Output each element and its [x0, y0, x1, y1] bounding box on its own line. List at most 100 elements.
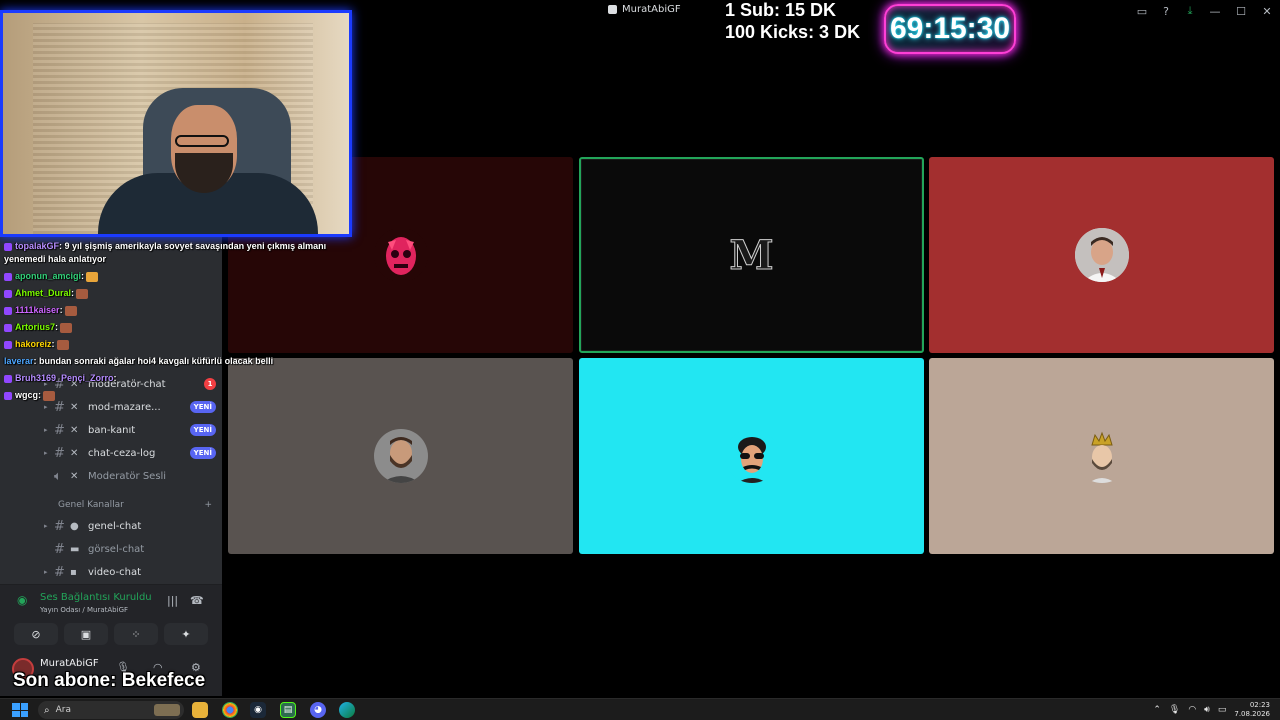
chat-text: : — [55, 322, 59, 332]
m-logo-icon: M — [729, 231, 774, 279]
taskbar-clock[interactable]: 02:23 7.08.2026 — [1234, 701, 1270, 719]
channel-name: video-chat — [88, 566, 141, 578]
chat-message: aponun_amcigi: — [0, 268, 360, 285]
chat-message: Artorius7: — [0, 319, 360, 336]
avatar — [724, 429, 779, 483]
steam-icon[interactable]: ◉ — [250, 702, 266, 718]
sub-badge-icon — [4, 340, 12, 349]
stream-chat-overlay: topalakGF: 9 yıl şişmiş amerikayla sovye… — [0, 238, 360, 404]
channel-name: Moderatör Sesli — [88, 470, 167, 482]
chat-text: : — [71, 288, 75, 298]
sub-badge-icon — [4, 306, 12, 315]
kick-app-icon[interactable]: ▤ — [280, 702, 296, 718]
search-icon: ⌕ — [44, 704, 50, 716]
chevron-right-icon: ▸ — [44, 522, 48, 530]
discord-icon[interactable]: ◕ — [310, 702, 326, 718]
edge-icon[interactable] — [339, 702, 355, 718]
search-placeholder: Ara — [55, 705, 71, 715]
battery-icon[interactable]: ▭ — [1218, 705, 1227, 715]
video-icon: ▪ — [70, 566, 77, 578]
participant-tile[interactable] — [929, 157, 1274, 353]
inbox-icon[interactable]: ▭ — [1130, 0, 1154, 22]
timer-value: 69:15:30 — [889, 12, 1011, 45]
voice-server-name: / MuratAbiGF — [82, 606, 129, 614]
chat-message: yenemedi hala anlatıyor — [0, 251, 360, 268]
channel-video-chat[interactable]: ▸ # ▪ video-chat — [44, 562, 216, 582]
windows-start-icon[interactable] — [12, 703, 28, 717]
emote-icon — [43, 390, 56, 401]
download-icon[interactable]: ⤓ — [1178, 0, 1202, 22]
chat-message: 1111kaiser: — [0, 302, 360, 319]
taskbar-search[interactable]: ⌕ Ara — [38, 701, 184, 719]
window-title-text: MuratAbiGF — [622, 4, 681, 15]
activities-button[interactable]: ⁘ — [114, 623, 158, 645]
voice-channel-name: Yayın Odası — [40, 606, 81, 614]
avatar — [1074, 228, 1129, 282]
channel-name: görsel-chat — [88, 543, 145, 555]
voice-channel-path[interactable]: Yayın Odası / MuratAbiGF — [40, 606, 128, 614]
sub-rate-text: 1 Sub: 15 DK — [725, 0, 837, 20]
sub-badge-icon — [4, 272, 12, 281]
webcam-feed — [0, 10, 352, 237]
voice-channel-moderator-sesli[interactable]: 🔈︎ ✕ Moderatör Sesli — [44, 466, 216, 486]
channel-name: genel-chat — [88, 520, 142, 532]
chrome-icon[interactable] — [222, 702, 238, 718]
chat-username: topalakGF — [15, 241, 60, 251]
channel-name: ban-kanıt — [88, 424, 136, 436]
participant-tile[interactable] — [579, 358, 924, 554]
noise-suppression-icon[interactable]: ||| — [167, 594, 178, 607]
camera-off-button[interactable]: ⊘ — [14, 623, 58, 645]
cross-swords-icon: ✕ — [70, 447, 79, 459]
screen-share-button[interactable]: ▣ — [64, 623, 108, 645]
hash-icon: # — [54, 541, 65, 557]
help-icon[interactable]: ? — [1154, 0, 1178, 22]
category-genel-kanallar[interactable]: Genel Kanallar + — [58, 500, 212, 510]
username[interactable]: MuratAbiGF — [40, 658, 99, 669]
voice-status[interactable]: Ses Bağlantısı Kuruldu — [40, 592, 152, 603]
chat-message: laverar: bundan sonraki ağalar hoi4 kavg… — [0, 353, 360, 370]
channel-ban-kanit[interactable]: ▸ # ✕ ban-kanıt YENİ — [44, 420, 216, 440]
discord-logo-icon — [608, 5, 617, 14]
system-tray: ⌃ 🎙︎ ◠ 🔊︎ ▭ 02:23 7.08.2026 — [1153, 699, 1270, 720]
cross-swords-icon: ✕ — [70, 470, 79, 482]
search-highlight-image — [154, 704, 180, 716]
sub-badge-icon — [4, 289, 12, 298]
channel-gorsel-chat[interactable]: # ▬ görsel-chat — [44, 539, 216, 559]
chat-message: Ahmet_Dural: — [0, 285, 360, 302]
chevron-up-icon[interactable]: ⌃ — [1153, 705, 1161, 715]
hash-icon: # — [54, 564, 65, 580]
add-channel-icon[interactable]: + — [204, 500, 212, 510]
participant-tile[interactable] — [929, 358, 1274, 554]
wifi-icon[interactable]: ◠ — [1188, 705, 1196, 715]
emote-icon — [76, 288, 89, 299]
chat-username: Bruh3169_Pençi_Zorro — [15, 373, 114, 383]
avatar — [373, 228, 428, 282]
channel-chat-ceza-log[interactable]: ▸ # ✕ chat-ceza-log YENİ — [44, 443, 216, 463]
chevron-right-icon: ▸ — [44, 426, 48, 434]
cross-swords-icon: ✕ — [70, 424, 79, 436]
titlebar-controls: ▭ ? ⤓ — ☐ ✕ — [1130, 0, 1280, 22]
chat-username: 1111kaiser — [15, 305, 60, 315]
microphone-icon[interactable]: 🎙︎ — [1169, 705, 1180, 715]
emote-icon — [86, 271, 99, 282]
close-button[interactable]: ✕ — [1254, 0, 1280, 22]
chat-text: : — [38, 390, 42, 400]
window-title: MuratAbiGF — [608, 4, 681, 15]
channel-genel-chat[interactable]: ▸ # ● genel-chat — [44, 516, 216, 536]
volume-icon[interactable]: 🔊︎ — [1204, 705, 1210, 715]
disconnect-icon[interactable]: ☎ — [190, 594, 204, 607]
avatar — [373, 429, 428, 483]
kick-rate-text: 100 Kicks: 3 DK — [725, 22, 861, 42]
signal-icon: ◉ — [17, 593, 28, 607]
soundboard-button[interactable]: ✦ — [164, 623, 208, 645]
chat-text: : bundan sonraki ağalar hoi4 kavgalı küf… — [33, 356, 274, 366]
sub-badge-icon — [4, 374, 12, 383]
chat-text: yenemedi hala anlatıyor — [4, 254, 107, 264]
file-explorer-icon[interactable] — [192, 702, 208, 718]
speaker-icon: 🔈︎ — [54, 468, 62, 484]
minimize-button[interactable]: — — [1202, 0, 1228, 22]
maximize-button[interactable]: ☐ — [1228, 0, 1254, 22]
participant-tile-speaking[interactable]: M — [579, 157, 924, 353]
emote-icon — [56, 339, 69, 350]
chat-message: hakoreiz: — [0, 336, 360, 353]
